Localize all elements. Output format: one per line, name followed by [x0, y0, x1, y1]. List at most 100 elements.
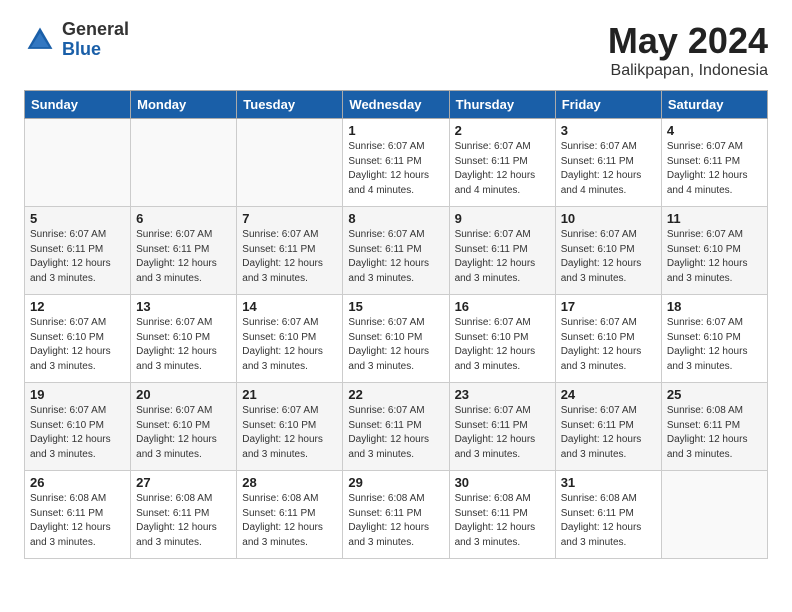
table-row: [131, 119, 237, 207]
calendar-week-row: 19Sunrise: 6:07 AM Sunset: 6:10 PM Dayli…: [25, 383, 768, 471]
header-sunday: Sunday: [25, 91, 131, 119]
calendar-week-row: 12 Sunrise: 6:07 AM Sunset: 6:10 PM Dayli…: [25, 295, 768, 383]
table-row: 23 Sunrise: 6:07 AM Sunset: 6:11 PM Dayli…: [449, 383, 555, 471]
day-info: Sunrise: 6:07 AM Sunset: 6:10 PM Dayligh…: [30, 316, 125, 374]
table-row: 29 Sunrise: 6:08 AM Sunset: 6:11 PM Dayli…: [343, 471, 449, 559]
header-wednesday: Wednesday: [343, 91, 449, 119]
day-info: Sunrise: 6:07 AM Sunset: 6:10 PM Dayligh…: [667, 228, 762, 286]
table-row: 15 Sunrise: 6:07 AM Sunset: 6:10 PM Dayli…: [343, 295, 449, 383]
calendar-week-row: 26 Sunrise: 6:08 AM Sunset: 6:11 PM Dayli…: [25, 471, 768, 559]
table-row: 28Sunrise: 6:08 AM Sunset: 6:11 PM Dayli…: [237, 471, 343, 559]
table-row: 18 Sunrise: 6:07 AM Sunset: 6:10 PM Dayli…: [661, 295, 767, 383]
table-row: 5Sunrise: 6:07 AM Sunset: 6:11 PM Daylig…: [25, 207, 131, 295]
main-title: May 2024: [608, 20, 768, 62]
header-friday: Friday: [555, 91, 661, 119]
day-number: 11: [667, 211, 762, 226]
table-row: 13 Sunrise: 6:07 AM Sunset: 6:10 PM Dayli…: [131, 295, 237, 383]
day-info: Sunrise: 6:07 AM Sunset: 6:11 PM Dayligh…: [561, 140, 656, 198]
table-row: 2 Sunrise: 6:07 AM Sunset: 6:11 PM Daylig…: [449, 119, 555, 207]
table-row: [237, 119, 343, 207]
day-number: 23: [455, 387, 550, 402]
table-row: 9 Sunrise: 6:07 AM Sunset: 6:11 PM Daylig…: [449, 207, 555, 295]
day-number: 5: [30, 211, 125, 226]
day-info: Sunrise: 6:07 AM Sunset: 6:11 PM Dayligh…: [136, 228, 231, 286]
table-row: 8Sunrise: 6:07 AM Sunset: 6:11 PM Daylig…: [343, 207, 449, 295]
day-number: 10: [561, 211, 656, 226]
day-number: 30: [455, 475, 550, 490]
day-number: 3: [561, 123, 656, 138]
day-info: Sunrise: 6:07 AM Sunset: 6:10 PM Dayligh…: [455, 316, 550, 374]
subtitle: Balikpapan, Indonesia: [608, 62, 768, 80]
table-row: 4Sunrise: 6:07 AM Sunset: 6:11 PM Daylig…: [661, 119, 767, 207]
table-row: 16 Sunrise: 6:07 AM Sunset: 6:10 PM Dayli…: [449, 295, 555, 383]
calendar-header-row: Sunday Monday Tuesday Wednesday Thursday…: [25, 91, 768, 119]
day-number: 20: [136, 387, 231, 402]
day-info: Sunrise: 6:07 AM Sunset: 6:11 PM Dayligh…: [667, 140, 762, 198]
logo: General Blue: [24, 20, 129, 60]
day-number: 17: [561, 299, 656, 314]
header-thursday: Thursday: [449, 91, 555, 119]
day-info: Sunrise: 6:07 AM Sunset: 6:10 PM Dayligh…: [667, 316, 762, 374]
day-number: 16: [455, 299, 550, 314]
day-info: Sunrise: 6:07 AM Sunset: 6:11 PM Dayligh…: [348, 140, 443, 198]
day-number: 14: [242, 299, 337, 314]
header-saturday: Saturday: [661, 91, 767, 119]
day-info: Sunrise: 6:08 AM Sunset: 6:11 PM Dayligh…: [455, 492, 550, 550]
day-info: Sunrise: 6:07 AM Sunset: 6:11 PM Dayligh…: [455, 228, 550, 286]
table-row: 1Sunrise: 6:07 AM Sunset: 6:11 PM Daylig…: [343, 119, 449, 207]
day-info: Sunrise: 6:07 AM Sunset: 6:10 PM Dayligh…: [136, 316, 231, 374]
day-info: Sunrise: 6:07 AM Sunset: 6:10 PM Dayligh…: [348, 316, 443, 374]
table-row: 11 Sunrise: 6:07 AM Sunset: 6:10 PM Dayli…: [661, 207, 767, 295]
table-row: 30 Sunrise: 6:08 AM Sunset: 6:11 PM Dayli…: [449, 471, 555, 559]
day-number: 15: [348, 299, 443, 314]
day-number: 18: [667, 299, 762, 314]
table-row: [25, 119, 131, 207]
day-number: 6: [136, 211, 231, 226]
calendar-week-row: 1Sunrise: 6:07 AM Sunset: 6:11 PM Daylig…: [25, 119, 768, 207]
day-number: 28: [242, 475, 337, 490]
day-info: Sunrise: 6:07 AM Sunset: 6:11 PM Dayligh…: [455, 140, 550, 198]
title-area: May 2024 Balikpapan, Indonesia: [608, 20, 768, 80]
day-info: Sunrise: 6:07 AM Sunset: 6:10 PM Dayligh…: [561, 228, 656, 286]
day-info: Sunrise: 6:08 AM Sunset: 6:11 PM Dayligh…: [348, 492, 443, 550]
header-tuesday: Tuesday: [237, 91, 343, 119]
day-number: 25: [667, 387, 762, 402]
table-row: 31Sunrise: 6:08 AM Sunset: 6:11 PM Dayli…: [555, 471, 661, 559]
table-row: 3 Sunrise: 6:07 AM Sunset: 6:11 PM Daylig…: [555, 119, 661, 207]
header-monday: Monday: [131, 91, 237, 119]
table-row: 21Sunrise: 6:07 AM Sunset: 6:10 PM Dayli…: [237, 383, 343, 471]
day-info: Sunrise: 6:07 AM Sunset: 6:10 PM Dayligh…: [136, 404, 231, 462]
day-info: Sunrise: 6:08 AM Sunset: 6:11 PM Dayligh…: [136, 492, 231, 550]
day-number: 29: [348, 475, 443, 490]
table-row: 12 Sunrise: 6:07 AM Sunset: 6:10 PM Dayli…: [25, 295, 131, 383]
table-row: 6 Sunrise: 6:07 AM Sunset: 6:11 PM Daylig…: [131, 207, 237, 295]
logo-blue-text: Blue: [62, 40, 129, 60]
table-row: 26 Sunrise: 6:08 AM Sunset: 6:11 PM Dayli…: [25, 471, 131, 559]
day-info: Sunrise: 6:07 AM Sunset: 6:11 PM Dayligh…: [561, 404, 656, 462]
logo-general-text: General: [62, 20, 129, 40]
day-info: Sunrise: 6:07 AM Sunset: 6:11 PM Dayligh…: [348, 228, 443, 286]
day-info: Sunrise: 6:08 AM Sunset: 6:11 PM Dayligh…: [30, 492, 125, 550]
day-info: Sunrise: 6:08 AM Sunset: 6:11 PM Dayligh…: [667, 404, 762, 462]
day-number: 24: [561, 387, 656, 402]
day-info: Sunrise: 6:07 AM Sunset: 6:10 PM Dayligh…: [242, 316, 337, 374]
day-number: 2: [455, 123, 550, 138]
day-number: 12: [30, 299, 125, 314]
day-number: 9: [455, 211, 550, 226]
table-row: 10 Sunrise: 6:07 AM Sunset: 6:10 PM Dayli…: [555, 207, 661, 295]
calendar-table: Sunday Monday Tuesday Wednesday Thursday…: [24, 90, 768, 559]
logo-text: General Blue: [62, 20, 129, 60]
day-number: 31: [561, 475, 656, 490]
table-row: [661, 471, 767, 559]
table-row: 25 Sunrise: 6:08 AM Sunset: 6:11 PM Dayli…: [661, 383, 767, 471]
table-row: 7Sunrise: 6:07 AM Sunset: 6:11 PM Daylig…: [237, 207, 343, 295]
day-number: 13: [136, 299, 231, 314]
logo-icon: [24, 24, 56, 56]
day-info: Sunrise: 6:07 AM Sunset: 6:10 PM Dayligh…: [242, 404, 337, 462]
day-number: 26: [30, 475, 125, 490]
day-number: 22: [348, 387, 443, 402]
day-info: Sunrise: 6:07 AM Sunset: 6:11 PM Dayligh…: [455, 404, 550, 462]
day-info: Sunrise: 6:07 AM Sunset: 6:11 PM Dayligh…: [242, 228, 337, 286]
table-row: 24 Sunrise: 6:07 AM Sunset: 6:11 PM Dayli…: [555, 383, 661, 471]
table-row: 22Sunrise: 6:07 AM Sunset: 6:11 PM Dayli…: [343, 383, 449, 471]
